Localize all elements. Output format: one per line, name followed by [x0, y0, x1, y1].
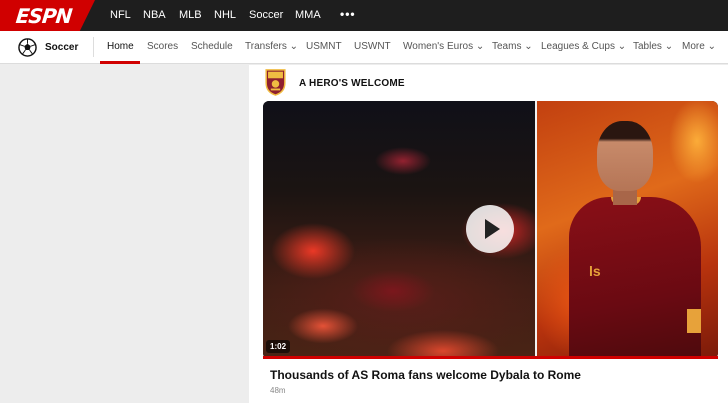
subnav-more[interactable]: More ⌄ — [682, 41, 716, 52]
top-nav-mma[interactable]: MMA — [295, 9, 321, 21]
top-nav-soccer[interactable]: Soccer — [249, 9, 283, 21]
subnav-womens-euros[interactable]: Women's Euros ⌄ — [403, 41, 484, 52]
chevron-down-icon: ⌄ — [289, 41, 299, 52]
top-nav-nfl[interactable]: NFL — [110, 9, 131, 21]
subnav-tables[interactable]: Tables ⌄ — [633, 41, 673, 52]
subnav-leagues-cups[interactable]: Leagues & Cups ⌄ — [541, 41, 626, 52]
chevron-down-icon: ⌄ — [617, 41, 627, 52]
subnav-transfers[interactable]: Transfers ⌄ — [245, 41, 298, 52]
video-accent-bar — [263, 356, 718, 359]
chevron-down-icon: ⌄ — [707, 41, 716, 52]
top-bar: ESPN NFL NBA MLB NHL Soccer MMA ••• — [0, 0, 728, 31]
subnav-more-label: More — [682, 41, 705, 52]
subnav-home[interactable]: Home — [107, 41, 134, 52]
soccer-ball-icon — [18, 38, 37, 57]
as-roma-crest-icon[interactable] — [264, 68, 287, 96]
section-title[interactable]: Soccer — [45, 42, 78, 53]
subnav-leagues-cups-label: Leagues & Cups — [541, 41, 615, 52]
subnav-tables-label: Tables — [633, 41, 662, 52]
nav-divider — [93, 37, 94, 57]
top-nav-nhl[interactable]: NHL — [214, 9, 236, 21]
espn-logo-text: ESPN — [14, 4, 73, 28]
subnav-transfers-label: Transfers — [245, 41, 287, 52]
player-head — [597, 121, 653, 191]
subnav-usmnt[interactable]: USMNT — [306, 41, 342, 52]
shirt-sponsor: ls — [589, 263, 601, 279]
subnav-schedule[interactable]: Schedule — [191, 41, 233, 52]
subnav-womens-euros-label: Women's Euros — [403, 41, 474, 52]
subnav-teams[interactable]: Teams ⌄ — [492, 41, 533, 52]
player-image: ls — [537, 101, 718, 359]
video-timestamp: 48m — [270, 386, 286, 395]
chevron-down-icon: ⌄ — [475, 41, 485, 52]
more-sports-icon[interactable]: ••• — [340, 7, 356, 21]
espn-logo[interactable]: ESPN — [0, 0, 95, 31]
subnav-uswnt[interactable]: USWNT — [354, 41, 391, 52]
video-title[interactable]: Thousands of AS Roma fans welcome Dybala… — [270, 368, 581, 382]
top-nav-nba[interactable]: NBA — [143, 9, 166, 21]
video-duration: 1:02 — [266, 340, 291, 353]
chevron-down-icon: ⌄ — [524, 41, 533, 52]
play-icon[interactable] — [466, 205, 514, 253]
subnav-scores[interactable]: Scores — [147, 41, 178, 52]
section-headline[interactable]: A HERO'S WELCOME — [299, 78, 405, 89]
soccer-sub-nav: Soccer Home Scores Schedule Transfers ⌄ … — [0, 31, 728, 64]
left-column — [0, 65, 248, 403]
top-nav-mlb[interactable]: MLB — [179, 9, 202, 21]
subnav-teams-label: Teams — [492, 41, 522, 52]
active-tab-indicator — [100, 61, 140, 64]
captain-armband — [687, 309, 701, 333]
chevron-down-icon: ⌄ — [664, 41, 674, 52]
